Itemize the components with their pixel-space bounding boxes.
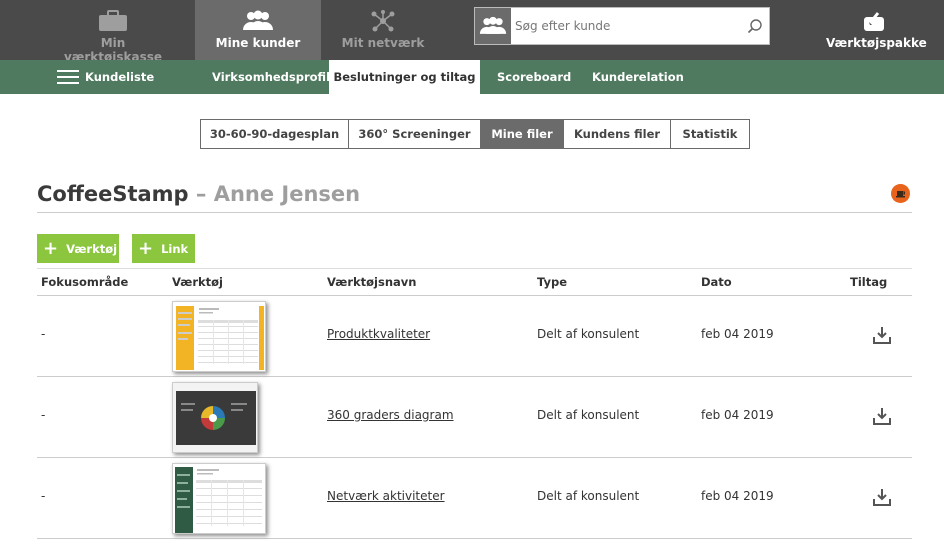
- focus-area-value: -: [41, 408, 46, 422]
- nav-toolpack-label: Værktøjspakke: [826, 36, 927, 50]
- date-value: feb 04 2019: [701, 327, 774, 341]
- type-value: Delt af konsulent: [537, 489, 640, 503]
- people-icon: [243, 10, 273, 30]
- focus-area-value: -: [41, 489, 46, 503]
- add-link-label: Link: [161, 241, 189, 256]
- subnav-client-relation[interactable]: Kunderelation: [592, 60, 684, 94]
- contact-name: Anne Jensen: [213, 182, 361, 206]
- search-input[interactable]: [515, 16, 735, 36]
- file-tabs: 30-60-90-dagesplan 360° Screeninger Mine…: [200, 119, 750, 149]
- type-value: Delt af konsulent: [537, 327, 640, 341]
- col-action[interactable]: Tiltag: [850, 275, 887, 289]
- page-title: CoffeeStamp – Anne Jensen: [37, 182, 360, 206]
- add-link-button[interactable]: + Link: [132, 234, 195, 263]
- people-icon: [475, 8, 511, 44]
- top-navigation-bar: Min værktøjskasse Mine kunder Mit netvær…: [0, 0, 944, 64]
- date-value: feb 04 2019: [701, 408, 774, 422]
- nav-network[interactable]: Mit netværk: [338, 0, 428, 60]
- tab-30-60-90-plan[interactable]: 30-60-90-dagesplan: [201, 120, 349, 148]
- table-row: - 360 graders diagram Delt af konsulent …: [37, 377, 912, 458]
- subnav-company-profile[interactable]: Virksomhedsprofil: [212, 60, 330, 94]
- add-tool-button[interactable]: + Værktøj: [37, 234, 119, 263]
- plus-icon: +: [138, 237, 154, 259]
- nav-network-label: Mit netværk: [341, 36, 425, 50]
- table-row: - Produktkvaliteter Delt af konsulent fe…: [37, 296, 912, 377]
- client-search: [474, 7, 770, 45]
- divider: [37, 212, 912, 213]
- nav-my-clients-label: Mine kunder: [215, 36, 301, 50]
- nav-toolbox[interactable]: Min værktøjskasse: [53, 0, 173, 64]
- nav-my-clients[interactable]: Mine kunder: [195, 0, 321, 60]
- download-icon[interactable]: [872, 325, 892, 345]
- add-tool-label: Værktøj: [66, 241, 118, 256]
- coffee-cup-icon[interactable]: [891, 184, 910, 203]
- nav-toolpack[interactable]: Værktøjspakke: [826, 0, 927, 60]
- search-icon[interactable]: [747, 18, 763, 34]
- col-tool[interactable]: Værktøj: [172, 275, 223, 289]
- col-focus-area[interactable]: Fokusområde: [41, 275, 128, 289]
- toolpack-icon: [864, 12, 884, 31]
- tool-name-link[interactable]: 360 graders diagram: [327, 408, 454, 422]
- col-tool-name[interactable]: Værktøjsnavn: [327, 275, 416, 289]
- title-separator: –: [188, 182, 214, 206]
- type-value: Delt af konsulent: [537, 408, 640, 422]
- tab-client-files[interactable]: Kundens filer: [564, 120, 671, 148]
- tab-statistics[interactable]: Statistik: [671, 120, 749, 148]
- tool-name-link[interactable]: Netværk aktiviteter: [327, 489, 445, 503]
- company-name: CoffeeStamp: [37, 182, 189, 206]
- date-value: feb 04 2019: [701, 489, 774, 503]
- subnav-scoreboard[interactable]: Scoreboard: [497, 60, 571, 94]
- files-table-header: Fokusområde Værktøj Værktøjsnavn Type Da…: [37, 268, 912, 296]
- briefcase-icon: [99, 10, 127, 31]
- tool-thumbnail[interactable]: [172, 301, 266, 372]
- focus-area-value: -: [41, 327, 46, 341]
- hamburger-menu-icon[interactable]: [57, 70, 79, 84]
- client-list-link[interactable]: Kundeliste: [85, 60, 154, 94]
- download-icon[interactable]: [872, 487, 892, 507]
- tool-name-link[interactable]: Produktkvaliteter: [327, 327, 430, 341]
- plus-icon: +: [43, 237, 59, 259]
- tab-360-screenings[interactable]: 360° Screeninger: [349, 120, 481, 148]
- tab-my-files[interactable]: Mine filer: [481, 120, 564, 148]
- subnav-decisions[interactable]: Beslutninger og tiltag: [329, 60, 480, 94]
- sub-navigation-bar: Kundeliste Virksomhedsprofil Beslutninge…: [0, 60, 944, 94]
- col-date[interactable]: Dato: [701, 275, 732, 289]
- col-type[interactable]: Type: [537, 275, 567, 289]
- download-icon[interactable]: [872, 406, 892, 426]
- tool-thumbnail[interactable]: [172, 463, 266, 534]
- table-row: - Netværk aktiviteter Delt af konsulent …: [37, 458, 912, 539]
- tool-thumbnail[interactable]: [172, 382, 258, 453]
- network-icon: [371, 10, 395, 32]
